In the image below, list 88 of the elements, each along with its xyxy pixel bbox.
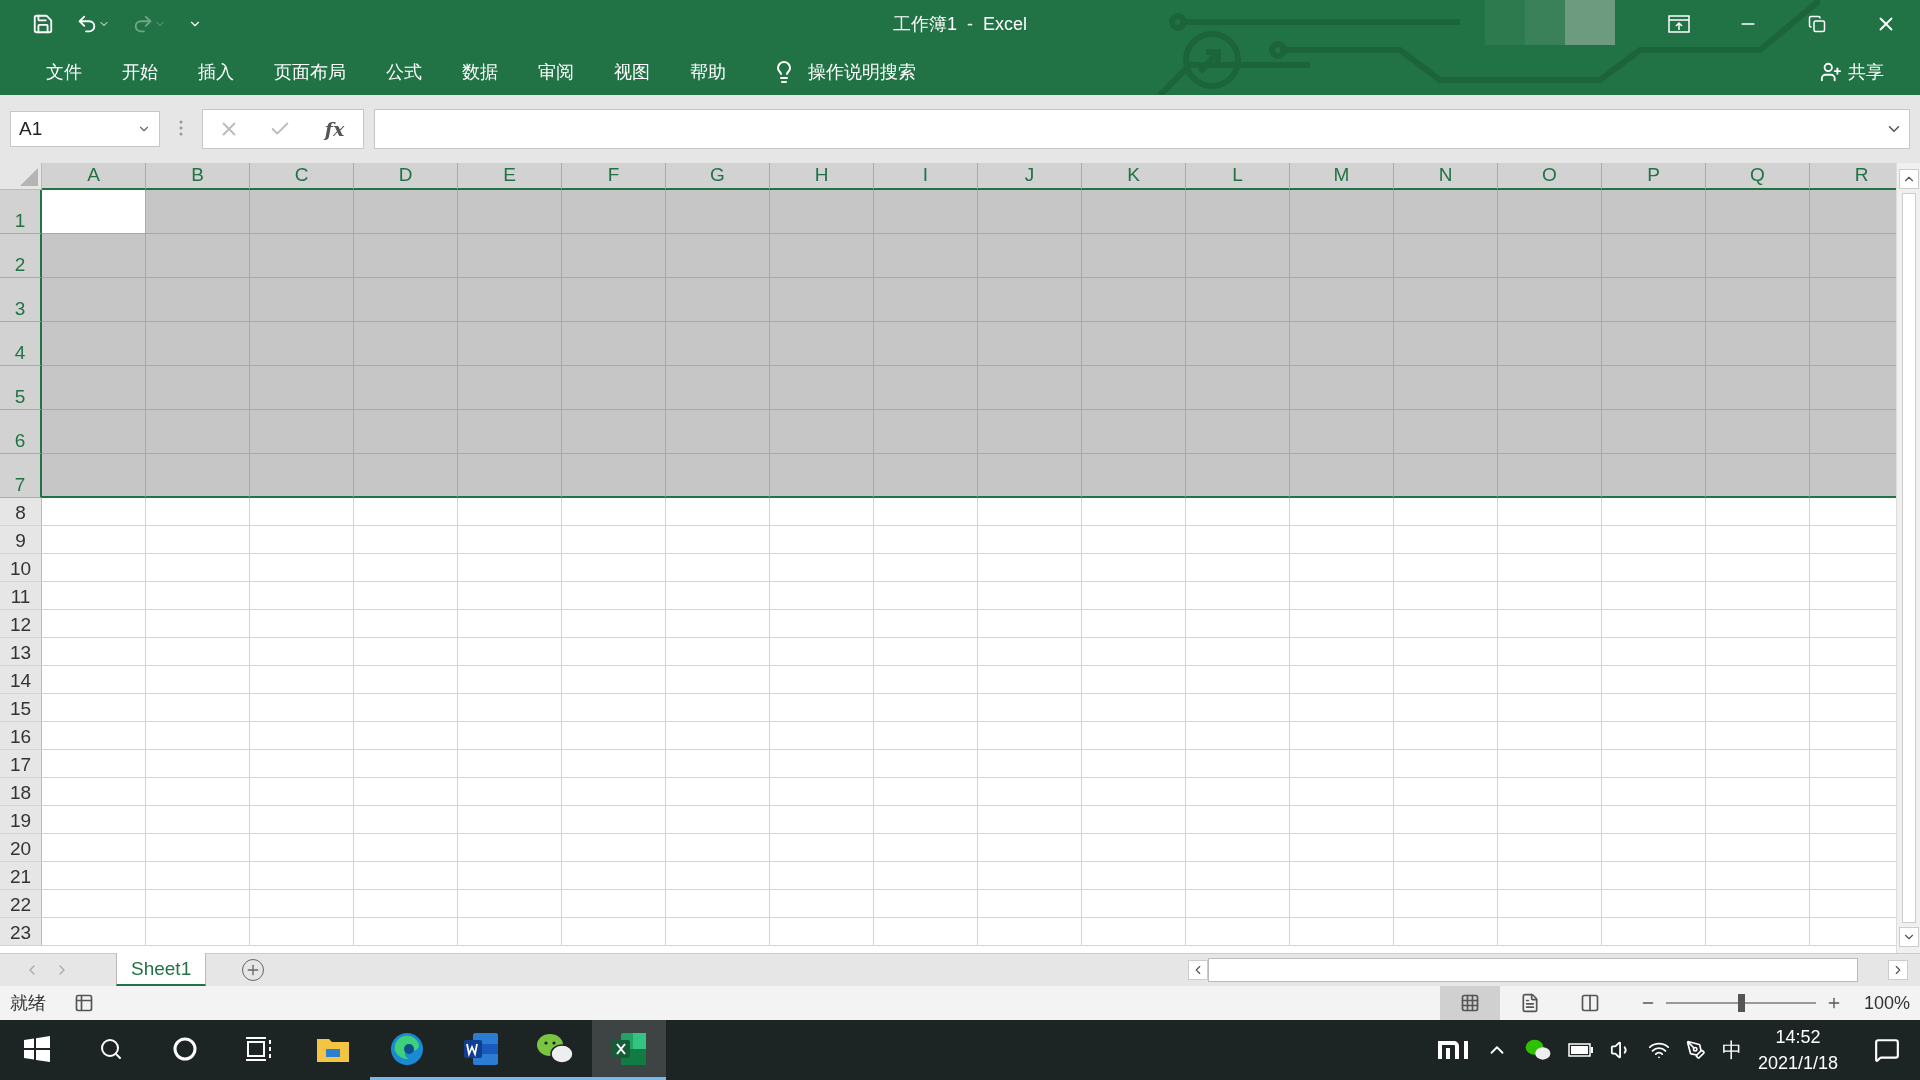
ribbon-tab[interactable]: 开始 [102, 51, 178, 92]
row-header[interactable]: 20 [0, 834, 42, 862]
ribbon-tab[interactable]: 审阅 [518, 51, 594, 92]
row-header[interactable]: 2 [0, 234, 42, 278]
view-button[interactable] [1439, 986, 1500, 1020]
row-header[interactable]: 19 [0, 806, 42, 834]
circle-icon[interactable] [172, 1035, 198, 1062]
column-header[interactable]: K [1082, 163, 1186, 190]
ribbon-tab[interactable]: 文件 [26, 51, 102, 92]
column-header[interactable]: J [978, 163, 1082, 190]
sheet-tab[interactable]: Sheet1 [116, 953, 207, 986]
row-header[interactable]: 1 [0, 190, 42, 234]
clock[interactable]: 14:52 2021/1/18 [1757, 1024, 1838, 1076]
row-header[interactable]: 18 [0, 778, 42, 806]
column-header[interactable]: D [354, 163, 458, 190]
status-text: 就绪 [10, 992, 46, 1015]
ribbon-tab[interactable]: 视图 [594, 51, 670, 92]
select-all-corner[interactable] [0, 163, 42, 190]
row-header[interactable]: 12 [0, 610, 42, 638]
ribbon-tab[interactable]: 数据 [442, 51, 518, 92]
row-header[interactable]: 22 [0, 890, 42, 918]
name-box[interactable]: A1 [10, 111, 160, 147]
battery-icon[interactable] [1567, 1042, 1594, 1058]
row-header[interactable]: 6 [0, 410, 42, 454]
column-header[interactable]: N [1394, 163, 1498, 190]
row-header[interactable]: 16 [0, 722, 42, 750]
row-header[interactable]: 17 [0, 750, 42, 778]
search-icon[interactable] [99, 1036, 123, 1061]
row-header[interactable]: 7 [0, 454, 42, 498]
column-header[interactable]: M [1290, 163, 1394, 190]
ribbon-tab[interactable]: 帮助 [670, 51, 746, 92]
active-cell[interactable] [42, 190, 146, 234]
task-view-icon[interactable] [245, 1035, 273, 1062]
ribbon-tab[interactable]: 公式 [366, 51, 442, 92]
row-header[interactable]: 4 [0, 322, 42, 366]
formula-input[interactable] [374, 109, 1910, 149]
column-header[interactable]: G [666, 163, 770, 190]
select-all-icon[interactable] [20, 168, 38, 186]
pen-icon[interactable] [1685, 1040, 1706, 1060]
column-header[interactable]: O [1498, 163, 1602, 190]
ribbon-tab[interactable]: 页面布局 [254, 51, 366, 92]
column-header[interactable]: F [562, 163, 666, 190]
input-method-indicator[interactable]: 中 [1721, 1036, 1742, 1064]
column-header[interactable]: H [770, 163, 874, 190]
column-header[interactable]: A [42, 163, 146, 190]
row-header[interactable]: 14 [0, 666, 42, 694]
tell-me-search[interactable]: 操作说明搜索 [766, 58, 922, 85]
chat-icon [536, 1032, 574, 1065]
column-header[interactable]: L [1186, 163, 1290, 190]
redo-icon[interactable] [132, 13, 154, 35]
row-header[interactable]: 21 [0, 862, 42, 890]
row-header[interactable]: 15 [0, 694, 42, 722]
window-title: 工作簿1 - Excel [892, 13, 1028, 36]
ribbon-tab[interactable]: 插入 [178, 51, 254, 92]
windows-icon[interactable] [24, 1035, 50, 1062]
vertical-scrollbar[interactable] [1896, 163, 1920, 953]
row-header[interactable]: 11 [0, 582, 42, 610]
column-header[interactable]: E [458, 163, 562, 190]
browser-icon [389, 1030, 425, 1067]
zoom-slider-thumb[interactable] [1737, 994, 1745, 1012]
row-header[interactable]: 23 [0, 918, 42, 946]
row-header[interactable]: 8 [0, 498, 42, 526]
share-button[interactable]: 共享 [1814, 58, 1890, 85]
column-header[interactable]: B [146, 163, 250, 190]
chat-icon[interactable] [1523, 1039, 1552, 1061]
row-header[interactable]: 10 [0, 554, 42, 582]
column-header[interactable]: C [250, 163, 354, 190]
add-user-icon [1820, 60, 1842, 83]
accessibility-icon[interactable] [74, 993, 94, 1013]
document-app-icon [463, 1031, 499, 1066]
row-header[interactable]: 3 [0, 278, 42, 322]
row-header[interactable]: 5 [0, 366, 42, 410]
brand-logo-icon [1437, 1041, 1470, 1059]
row-header[interactable]: 13 [0, 638, 42, 666]
column-header[interactable]: R [1810, 163, 1896, 190]
column-header[interactable]: I [874, 163, 978, 190]
zoom-level[interactable]: 100% [1863, 992, 1910, 1014]
normal-view-icon [1459, 993, 1480, 1013]
page-break-icon [1579, 993, 1600, 1013]
row-header[interactable]: 9 [0, 526, 42, 554]
insert-function-button[interactable]: fx [318, 117, 351, 141]
horizontal-scrollbar[interactable] [1188, 957, 1908, 983]
spreadsheet-app-icon [611, 1031, 647, 1066]
notification-icon[interactable] [1874, 1037, 1900, 1063]
column-header[interactable]: P [1602, 163, 1706, 190]
save-icon[interactable] [32, 13, 54, 35]
undo-icon[interactable] [76, 13, 98, 35]
column-header[interactable]: Q [1706, 163, 1810, 190]
